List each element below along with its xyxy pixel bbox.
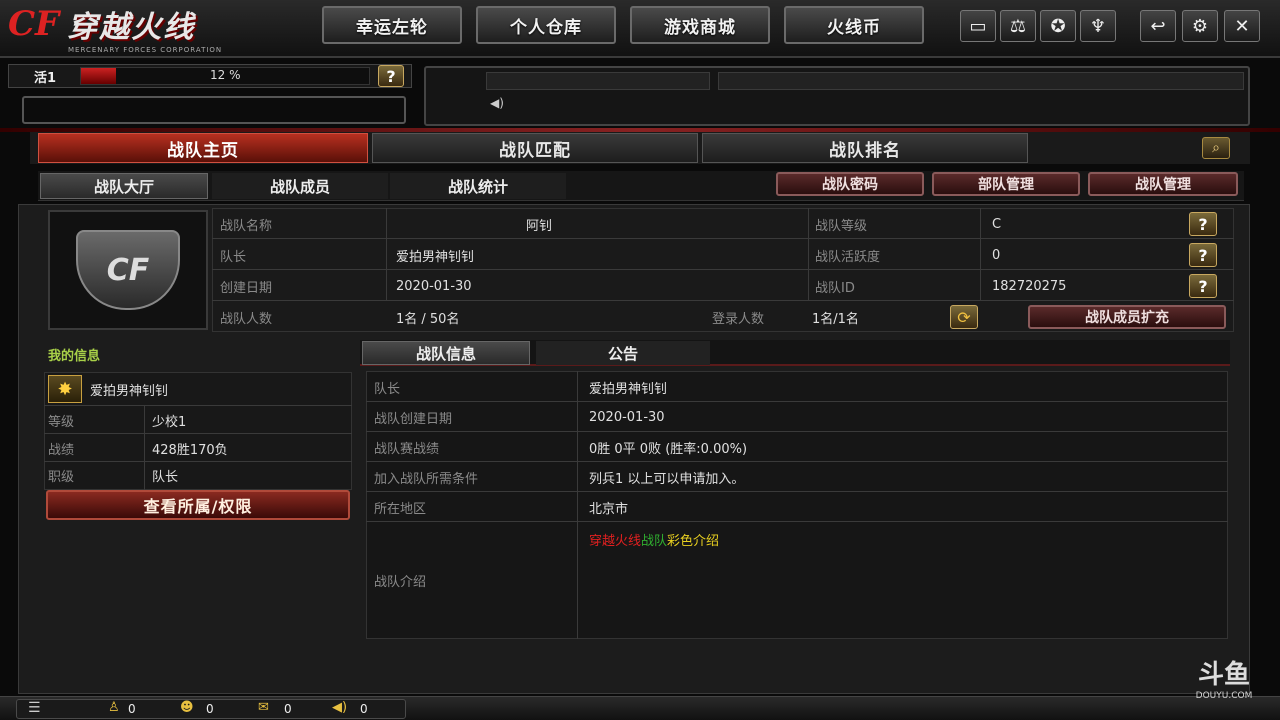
tv-icon[interactable]: ▭ [960, 10, 996, 42]
player-count: 0 [128, 702, 136, 716]
cf-coin-button[interactable]: 火线币 [784, 6, 924, 44]
intro-part-green: 战队 [641, 534, 668, 549]
chat-input[interactable] [22, 96, 406, 124]
tab-squad-info[interactable]: 战队信息 [362, 341, 530, 365]
tab-announcement[interactable]: 公告 [536, 341, 710, 365]
mask-icon[interactable]: ☻ [180, 700, 194, 715]
detail-requirement-value: 列兵1 以上可以申请加入。 [589, 471, 745, 487]
rank-badge-icon: ✸ [48, 375, 82, 403]
my-name: 爱拍男神钊钊 [90, 383, 169, 399]
squad-level-label: 战队等级 [815, 218, 868, 234]
view-permissions-button[interactable]: 查看所属/权限 [46, 490, 350, 520]
notice-bar-1 [486, 72, 710, 90]
game-shop-button[interactable]: 游戏商城 [630, 6, 770, 44]
progress-percent: 12 % [210, 68, 241, 82]
volume-icon[interactable]: ◀) [332, 700, 347, 715]
detail-created-label: 战队创建日期 [374, 411, 453, 427]
created-label: 创建日期 [220, 280, 273, 296]
squad-id-value: 182720275 [992, 278, 1067, 294]
player-icon[interactable]: ♙ [108, 700, 120, 715]
online-label: 登录人数 [712, 311, 765, 327]
detail-record-label: 战队赛战绩 [374, 441, 440, 457]
detail-leader-value: 爱拍男神钊钊 [589, 381, 668, 397]
game-logo: CF 穿越火线 MERCENARY FORCES CORPORATION [8, 4, 308, 54]
intro-part-red: 穿越火线 [589, 534, 642, 549]
logo-text: 穿越火线 [67, 10, 196, 45]
close-icon[interactable]: ✕ [1224, 10, 1260, 42]
tab-squad-ranking[interactable]: 战队排名 [702, 133, 1028, 163]
back-icon[interactable]: ↩ [1140, 10, 1176, 42]
chat-icon[interactable]: ✉ [258, 700, 269, 715]
squad-password-button[interactable]: 战队密码 [776, 172, 924, 196]
my-record-label: 战绩 [48, 442, 75, 458]
squad-management-button[interactable]: 战队管理 [1088, 172, 1238, 196]
expand-members-button[interactable]: 战队成员扩充 [1028, 305, 1226, 329]
detail-created-value: 2020-01-30 [589, 409, 665, 425]
squad-id-label: 战队ID [815, 280, 855, 296]
chat-count: 0 [284, 702, 292, 716]
activity-label: 战队活跃度 [815, 249, 881, 265]
douyu-watermark: 斗鱼 DOUYU.COM [1188, 654, 1260, 701]
created-value: 2020-01-30 [396, 278, 472, 294]
scale-icon[interactable]: ⚖ [1000, 10, 1036, 42]
member-count-label: 战队人数 [220, 311, 273, 327]
speaker-icon[interactable]: ◀) [490, 96, 504, 110]
my-role-value: 队长 [152, 469, 179, 485]
my-info-title: 我的信息 [48, 349, 101, 364]
star-badge-icon[interactable]: ✪ [1040, 10, 1076, 42]
mask-count: 0 [206, 702, 214, 716]
my-rank-value: 少校1 [152, 414, 187, 430]
logo-subtitle: MERCENARY FORCES CORPORATION [68, 46, 223, 54]
menu-icon[interactable]: ☰ [28, 700, 41, 716]
intro-part-yellow: 彩色介绍 [667, 534, 720, 549]
level-help-button[interactable]: ? [1189, 212, 1217, 236]
squad-name-value: 阿钊 [526, 218, 553, 234]
search-icon[interactable]: ⌕ [1202, 137, 1230, 159]
leader-value: 爱拍男神钊钊 [396, 249, 475, 265]
status-help-button[interactable]: ? [378, 65, 404, 87]
id-help-button[interactable]: ? [1189, 274, 1217, 298]
activity-help-button[interactable]: ? [1189, 243, 1217, 267]
detail-leader-label: 队长 [374, 381, 401, 397]
intro-label: 战队介绍 [374, 574, 427, 590]
notice-bar-2 [718, 72, 1244, 90]
tab-squad-match[interactable]: 战队匹配 [372, 133, 698, 163]
member-count-value: 1名 / 50名 [396, 311, 460, 327]
leader-label: 队长 [220, 249, 247, 265]
detail-requirement-label: 加入战队所需条件 [374, 471, 479, 487]
online-value: 1名/1名 [812, 311, 859, 327]
tab-squad-home[interactable]: 战队主页 [38, 133, 368, 163]
volume-count: 0 [360, 702, 368, 716]
refresh-icon[interactable]: ⟳ [950, 305, 978, 329]
squad-level-value: C [992, 216, 1002, 232]
my-record-value: 428胜170负 [152, 442, 228, 458]
activity-value: 0 [992, 247, 1001, 263]
trophy-icon[interactable]: ♆ [1080, 10, 1116, 42]
my-role-label: 职级 [48, 469, 75, 485]
lucky-revolver-button[interactable]: 幸运左轮 [322, 6, 462, 44]
detail-table [366, 371, 1228, 639]
unit-management-button[interactable]: 部队管理 [932, 172, 1080, 196]
tab-squad-stats[interactable]: 战队统计 [390, 173, 566, 199]
tab-squad-lobby[interactable]: 战队大厅 [40, 173, 208, 199]
my-rank-label: 等级 [48, 414, 75, 430]
watermark-text: 斗鱼 [1197, 660, 1250, 690]
tab-squad-members[interactable]: 战队成员 [212, 173, 388, 199]
status-label: 活1 [34, 71, 57, 86]
detail-region-value: 北京市 [589, 501, 629, 517]
intro-text: 穿越火线战队彩色介绍 [589, 530, 719, 549]
settings-icon[interactable]: ⚙ [1182, 10, 1218, 42]
personal-storage-button[interactable]: 个人仓库 [476, 6, 616, 44]
detail-region-label: 所在地区 [374, 501, 427, 517]
squad-name-label: 战队名称 [220, 218, 273, 234]
watermark-sub: DOUYU.COM [1195, 691, 1253, 701]
detail-record-value: 0胜 0平 0败 (胜率:0.00%) [589, 441, 748, 457]
squad-emblem: CF [48, 210, 208, 330]
